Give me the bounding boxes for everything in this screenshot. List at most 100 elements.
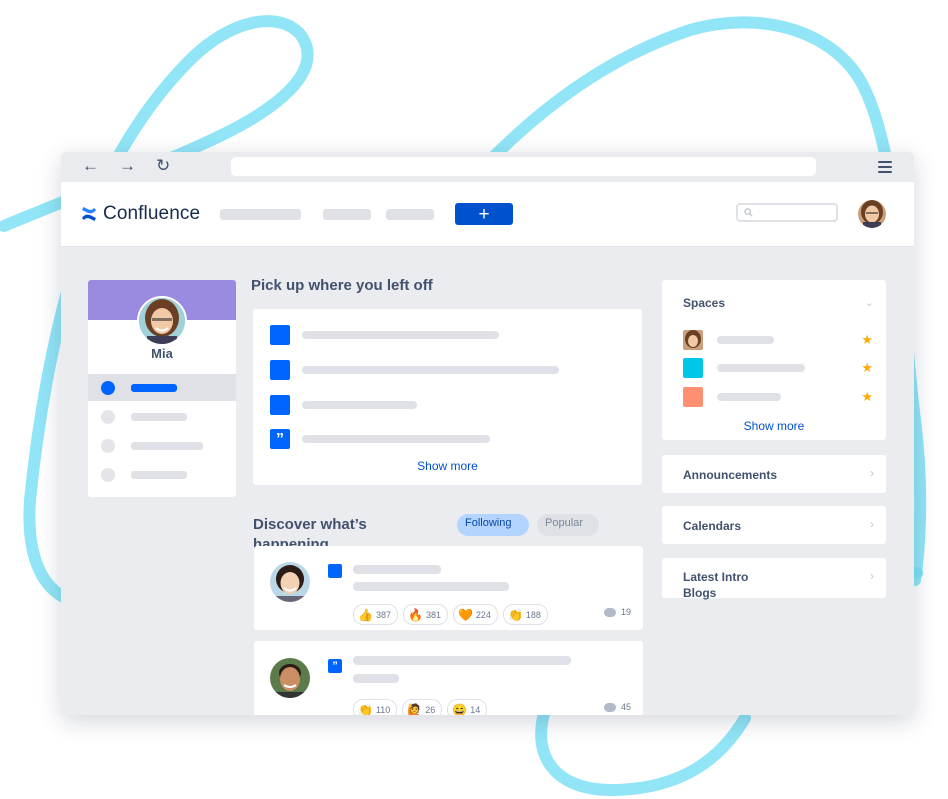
page-icon — [270, 325, 290, 345]
profile-nav-item[interactable] — [88, 374, 236, 401]
comment-icon — [603, 607, 616, 617]
chevron-right-icon: › — [870, 517, 874, 531]
reaction-clap[interactable]: 👏 188 — [502, 604, 548, 625]
comment-count[interactable]: 19 — [603, 607, 631, 617]
latest-intro-blogs-panel[interactable]: Latest Intro Blogs › — [662, 558, 886, 600]
forward-arrow-icon[interactable]: → — [119, 156, 136, 176]
search-icon — [744, 208, 753, 217]
space-icon — [683, 387, 703, 407]
profile-card: Mia — [88, 280, 236, 497]
reaction-clap[interactable]: 👏 110 — [353, 699, 398, 715]
avatar-image — [270, 658, 310, 698]
space-item[interactable]: ★ — [683, 387, 873, 407]
chevron-down-icon[interactable]: ⌄ — [865, 296, 874, 309]
reaction-fire[interactable]: 🔥 381 — [402, 604, 448, 625]
post-title-placeholder — [353, 656, 571, 665]
spaces-show-more-link[interactable]: Show more — [662, 419, 886, 433]
comment-icon — [603, 702, 616, 712]
calendars-panel[interactable]: Calendars › — [662, 506, 886, 544]
nav-dot-icon — [101, 439, 115, 453]
spaces-title: Spaces — [683, 296, 726, 310]
page-icon — [270, 395, 290, 415]
tab-following[interactable]: Following — [457, 514, 529, 536]
reload-icon[interactable]: ↻ — [156, 156, 170, 176]
post-excerpt-placeholder — [353, 674, 399, 683]
calendars-title: Calendars — [683, 519, 742, 533]
space-name-placeholder — [717, 364, 805, 372]
chevron-right-icon: › — [870, 569, 874, 583]
star-icon[interactable]: ★ — [861, 387, 873, 407]
space-avatar-icon — [683, 330, 703, 350]
announcements-title: Announcements — [683, 468, 778, 482]
nav-dot-icon — [101, 410, 115, 424]
post-author-avatar[interactable] — [270, 562, 310, 602]
reaction-smile[interactable]: 😄 14 — [447, 699, 488, 715]
nav-dot-icon — [101, 468, 115, 482]
create-button[interactable]: + — [455, 203, 513, 225]
browser-toolbar: ← → ↻ — [61, 152, 914, 182]
nav-item-placeholder[interactable] — [386, 209, 434, 220]
space-name-placeholder — [717, 336, 774, 344]
post-excerpt-placeholder — [353, 582, 509, 591]
nav-label-placeholder — [131, 442, 203, 450]
reaction-thumbs-up[interactable]: 👍 387 — [353, 604, 398, 625]
quote-icon: ” — [270, 429, 290, 449]
latest-intro-blogs-title: Latest Intro Blogs — [683, 570, 749, 600]
app-header: Confluence + — [61, 182, 914, 247]
avatar-image — [139, 298, 185, 344]
quote-icon: ” — [328, 659, 342, 673]
reaction-heart[interactable]: 🧡 224 — [452, 604, 498, 625]
menu-icon[interactable] — [878, 161, 892, 173]
browser-window: ← → ↻ Confluence + Mia Pick up where you… — [61, 152, 914, 715]
search-input[interactable] — [736, 203, 838, 222]
recent-section-title: Pick up where you left off — [251, 277, 433, 294]
post-title-placeholder — [353, 565, 441, 574]
page-icon — [328, 564, 342, 578]
comment-count[interactable]: 45 — [603, 702, 631, 712]
star-icon[interactable]: ★ — [861, 358, 873, 378]
star-icon[interactable]: ★ — [861, 330, 873, 350]
logo-text: Confluence — [103, 203, 201, 224]
nav-label-placeholder — [131, 384, 177, 392]
nav-label-placeholder — [131, 471, 187, 479]
tab-popular[interactable]: Popular — [537, 514, 599, 536]
nav-item-placeholder[interactable] — [220, 209, 301, 220]
recent-item-title-placeholder — [302, 331, 499, 339]
user-avatar[interactable] — [858, 200, 886, 228]
space-item[interactable]: ★ — [683, 330, 873, 350]
recent-item[interactable]: ” — [270, 429, 630, 449]
confluence-logo-icon — [82, 207, 96, 221]
recent-card: ” Show more — [253, 309, 642, 485]
space-icon — [683, 358, 703, 378]
recent-item-title-placeholder — [302, 401, 417, 409]
nav-item-placeholder[interactable] — [323, 209, 371, 220]
feed-post[interactable]: 👍 387 🔥 381 🧡 224 👏 188 19 — [254, 546, 643, 630]
profile-nav-item[interactable] — [88, 403, 236, 430]
recent-show-more-link[interactable]: Show more — [253, 459, 642, 473]
feed-post[interactable]: ” 👏 110 🙋 26 😄 14 45 — [254, 641, 643, 715]
profile-name: Mia — [151, 346, 173, 361]
profile-nav-item[interactable] — [88, 432, 236, 459]
recent-item[interactable] — [270, 360, 630, 380]
recent-item[interactable] — [270, 325, 630, 345]
profile-nav-item[interactable] — [88, 461, 236, 488]
reaction-raise-hand[interactable]: 🙋 26 — [402, 699, 443, 715]
page-icon — [270, 360, 290, 380]
post-author-avatar[interactable] — [270, 658, 310, 698]
recent-item[interactable] — [270, 395, 630, 415]
announcements-panel[interactable]: Announcements › — [662, 455, 886, 493]
confluence-logo[interactable]: Confluence — [81, 202, 200, 226]
avatar-image — [270, 562, 310, 602]
avatar-image — [858, 200, 886, 228]
recent-item-title-placeholder — [302, 435, 490, 443]
space-item[interactable]: ★ — [683, 358, 873, 378]
nav-dot-icon — [101, 381, 115, 395]
chevron-right-icon: › — [870, 466, 874, 480]
address-bar[interactable] — [231, 157, 816, 176]
recent-item-title-placeholder — [302, 366, 559, 374]
spaces-card: Spaces ⌄ ★ ★ ★ Show more — [662, 280, 886, 440]
reaction-bar: 👍 387 🔥 381 🧡 224 👏 188 — [353, 604, 548, 625]
space-name-placeholder — [717, 393, 781, 401]
profile-avatar[interactable] — [137, 296, 187, 346]
back-arrow-icon[interactable]: ← — [82, 156, 99, 176]
